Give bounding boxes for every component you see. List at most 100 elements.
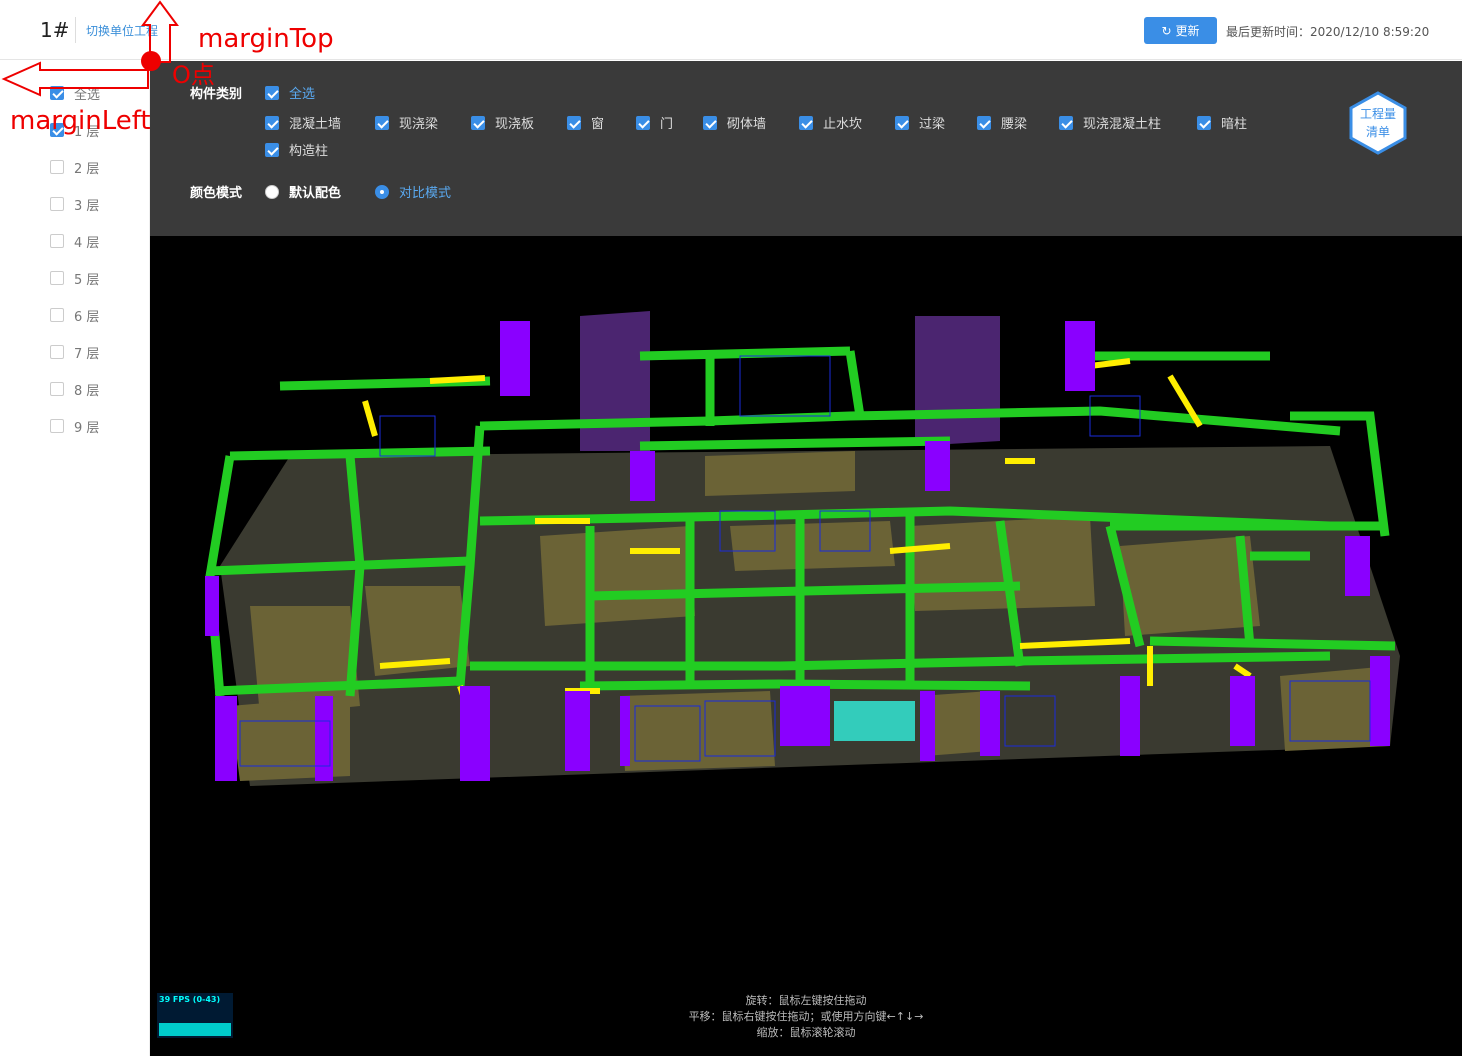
checkbox[interactable] xyxy=(50,308,64,322)
wall-block xyxy=(705,451,855,496)
floor-label: 9 层 xyxy=(74,420,100,436)
column xyxy=(920,691,935,761)
switch-unit-link[interactable]: 切换单位工程 xyxy=(86,22,158,39)
category-item[interactable]: 现浇混凝土柱 xyxy=(1059,113,1161,132)
floor-item[interactable]: 8 层 xyxy=(50,379,99,399)
checkbox[interactable] xyxy=(265,85,279,100)
column xyxy=(925,441,950,491)
floor-item[interactable]: 3 层 xyxy=(50,194,99,214)
checkbox[interactable] xyxy=(50,382,64,396)
checkbox[interactable] xyxy=(977,115,991,130)
checkbox[interactable] xyxy=(1197,115,1211,130)
building-model[interactable] xyxy=(150,236,1462,1056)
column xyxy=(1345,536,1370,596)
floor-item[interactable]: 9 层 xyxy=(50,416,99,436)
checkbox[interactable] xyxy=(703,115,717,130)
category-item[interactable]: 现浇板 xyxy=(471,113,534,132)
beam xyxy=(845,350,865,417)
category-label-text: 门 xyxy=(660,117,674,132)
column xyxy=(630,451,655,501)
beam xyxy=(1149,636,1396,651)
floor-label: 5 层 xyxy=(74,272,100,288)
beam xyxy=(579,679,1031,691)
floor-label: 7 层 xyxy=(74,346,100,362)
help-zoom: 缩放：鼠标滚轮滚动 xyxy=(756,1026,856,1039)
category-label-text: 砌体墙 xyxy=(727,117,767,132)
checkbox[interactable] xyxy=(567,115,581,130)
column xyxy=(1065,321,1095,391)
checkbox[interactable] xyxy=(265,142,279,157)
category-label-text: 止水坎 xyxy=(823,117,863,132)
checkbox[interactable] xyxy=(50,345,64,359)
help-rotate: 旋转：鼠标左键按住拖动 xyxy=(745,994,867,1007)
wall-block xyxy=(620,691,775,771)
checkbox[interactable] xyxy=(50,197,64,211)
building-number: 1# xyxy=(40,18,70,42)
checkbox[interactable] xyxy=(50,234,64,248)
category-item[interactable]: 窗 xyxy=(567,113,604,132)
checkbox[interactable] xyxy=(799,115,813,130)
radio[interactable] xyxy=(375,184,389,199)
refresh-icon: ↻ xyxy=(1161,23,1172,38)
checkbox[interactable] xyxy=(265,115,279,130)
column xyxy=(620,696,630,766)
lintel xyxy=(429,375,486,384)
refresh-label: 更新 xyxy=(1175,24,1200,38)
component-filter-panel: 构件类别 全选 混凝土墙 现浇梁 现浇板 窗 门 砌体墙 止水坎 过梁 腰梁 现… xyxy=(150,61,1462,236)
floor-item[interactable]: 7 层 xyxy=(50,342,99,362)
3d-model-viewport[interactable]: 39 FPS (0-43) 旋转：鼠标左键按住拖动 平移：鼠标右键按住拖动；或使… xyxy=(150,236,1462,1056)
category-label-text: 现浇板 xyxy=(495,117,535,132)
color-mode-default[interactable]: 默认配色 xyxy=(265,182,341,201)
beam xyxy=(229,446,491,461)
checkbox[interactable] xyxy=(50,419,64,433)
column xyxy=(980,691,1000,756)
checkbox[interactable] xyxy=(375,115,389,130)
checkbox[interactable] xyxy=(895,115,909,130)
floor-item[interactable]: 5 层 xyxy=(50,268,99,288)
floor-sidebar: 全选 1 层 2 层 3 层 4 层 5 层 6 层 7 层 8 层 9 层 xyxy=(0,61,150,1056)
origin-label: O点 xyxy=(172,61,215,89)
navigation-help: 旋转：鼠标左键按住拖动 平移：鼠标右键按住拖动；或使用方向键←↑↓→ 缩放：鼠标… xyxy=(600,993,1012,1041)
category-label-text: 腰梁 xyxy=(1001,117,1028,132)
quantity-list-button[interactable]: 工程量 清单 xyxy=(1348,91,1408,155)
fps-meter: 39 FPS (0-43) xyxy=(157,993,233,1038)
floor-item[interactable]: 2 层 xyxy=(50,157,99,177)
category-item[interactable]: 止水坎 xyxy=(799,113,862,132)
refresh-button[interactable]: ↻ 更新 xyxy=(1144,17,1217,44)
category-label-text: 暗柱 xyxy=(1221,117,1248,132)
floor-item[interactable]: 4 层 xyxy=(50,231,99,251)
floor-item[interactable]: 6 层 xyxy=(50,305,99,325)
checkbox[interactable] xyxy=(50,86,64,100)
floor-select-all[interactable]: 全选 xyxy=(50,83,100,103)
wall-block xyxy=(540,526,695,626)
column xyxy=(215,696,237,781)
floor-label: 2 层 xyxy=(74,161,100,177)
category-label-text: 现浇混凝土柱 xyxy=(1083,117,1162,132)
checkbox[interactable] xyxy=(50,271,64,285)
category-item[interactable]: 门 xyxy=(636,113,673,132)
radio[interactable] xyxy=(265,184,279,199)
quantity-line-1: 工程量 xyxy=(1359,107,1396,121)
checkbox[interactable] xyxy=(50,160,64,174)
category-select-all[interactable]: 全选 xyxy=(265,83,315,102)
category-item[interactable]: 砌体墙 xyxy=(703,113,766,132)
beam xyxy=(639,346,851,361)
color-mode-label: 颜色模式 xyxy=(190,186,243,201)
column xyxy=(565,691,590,771)
category-item[interactable]: 暗柱 xyxy=(1197,113,1247,132)
checkbox[interactable] xyxy=(1059,115,1073,130)
floor-label: 3 层 xyxy=(74,198,100,214)
transparent-wall xyxy=(580,311,650,451)
category-item[interactable]: 腰梁 xyxy=(977,113,1027,132)
category-item[interactable]: 构造柱 xyxy=(265,140,328,159)
category-label-text: 现浇梁 xyxy=(399,117,439,132)
checkbox[interactable] xyxy=(636,115,650,130)
checkbox[interactable] xyxy=(471,115,485,130)
category-item[interactable]: 现浇梁 xyxy=(375,113,438,132)
color-mode-contrast[interactable]: 对比模式 xyxy=(375,182,451,201)
margin-top-label: marginTop xyxy=(198,24,334,54)
transparent-wall xyxy=(915,316,1000,446)
category-item[interactable]: 混凝土墙 xyxy=(265,113,341,132)
floor-label: 8 层 xyxy=(74,383,100,399)
category-item[interactable]: 过梁 xyxy=(895,113,945,132)
